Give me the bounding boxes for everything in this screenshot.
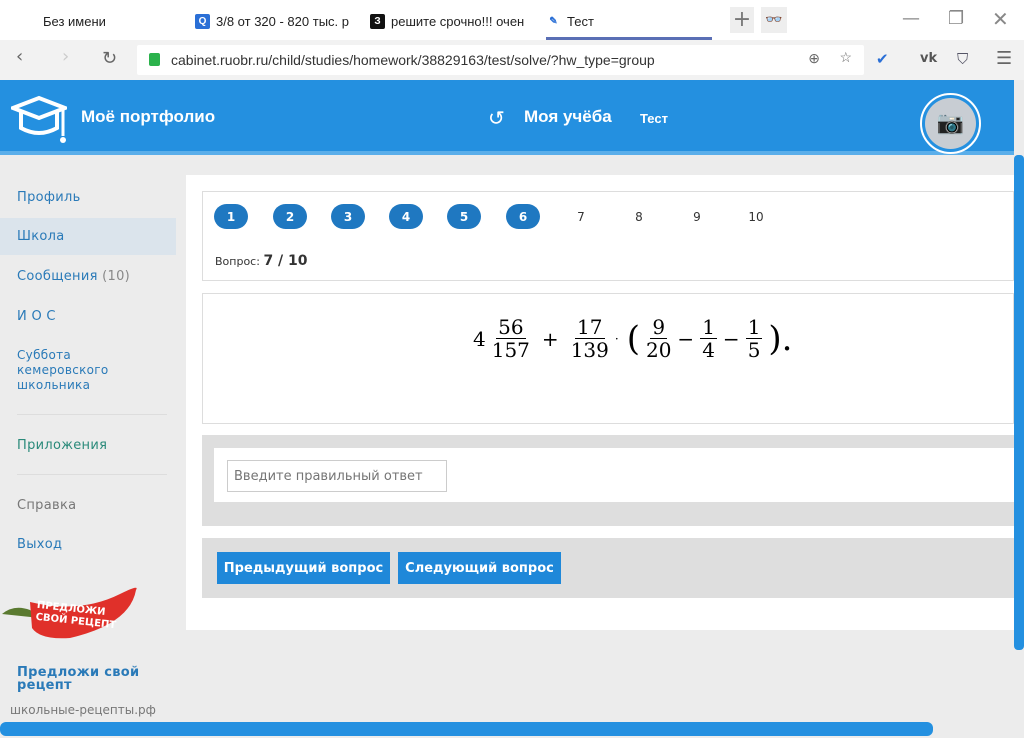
tab-untitled[interactable]: Без имени xyxy=(43,10,173,32)
promo-pepper-logo[interactable]: ПРЕДЛОЖИ СВОЙ РЕЦЕПТ xyxy=(0,584,140,640)
vertical-scrollbar[interactable] xyxy=(1014,155,1024,650)
sidebar: Профиль Школа Сообщения (10) И О С Суббо… xyxy=(0,160,180,720)
question-3[interactable]: 3 xyxy=(331,204,365,229)
next-question-button[interactable]: Следующий вопрос xyxy=(398,552,561,584)
znanija-icon: З xyxy=(370,13,385,29)
denominator: 139 xyxy=(570,338,609,362)
reload-icon[interactable]: ↻ xyxy=(102,48,117,69)
search-icon: Q xyxy=(195,13,210,29)
question-value: 7 / 10 xyxy=(263,253,308,269)
brand-title[interactable]: Моё портфолио xyxy=(81,107,215,127)
denominator: 4 xyxy=(702,338,715,362)
fraction: 15 xyxy=(745,315,763,362)
question-10[interactable]: 10 xyxy=(739,204,773,229)
incognito-icon[interactable]: 👓 xyxy=(761,7,787,33)
sidebar-item-apps[interactable]: Приложения xyxy=(17,438,107,453)
zoom-icon[interactable]: ⊕ xyxy=(808,50,820,67)
operator: − xyxy=(722,326,740,351)
lock-icon xyxy=(149,53,160,66)
divider xyxy=(17,474,167,475)
sidebar-item-logout[interactable]: Выход xyxy=(17,537,62,552)
question-9[interactable]: 9 xyxy=(680,204,714,229)
tab-test-active[interactable]: ✎ Тест xyxy=(546,10,712,32)
question-2[interactable]: 2 xyxy=(273,204,307,229)
operator: · xyxy=(614,331,619,346)
site-icon: ✎ xyxy=(549,15,558,27)
sidebar-item-help[interactable]: Справка xyxy=(17,498,76,513)
question-4[interactable]: 4 xyxy=(389,204,423,229)
sidebar-item-ios[interactable]: И О С xyxy=(17,309,56,324)
denominator: 157 xyxy=(491,338,530,362)
tab-label: Без имени xyxy=(43,13,106,29)
question-label: Вопрос: xyxy=(215,255,260,268)
avatar[interactable]: 📷 xyxy=(920,93,981,154)
fraction: 56 157 xyxy=(492,316,530,361)
graduation-cap-icon[interactable] xyxy=(7,94,71,144)
sidebar-item-messages[interactable]: Сообщения (10) xyxy=(17,269,130,284)
close-icon[interactable]: ✕ xyxy=(992,7,1009,31)
question-7[interactable]: 7 xyxy=(564,204,598,229)
operator: − xyxy=(677,326,695,351)
formula-term: 4 xyxy=(473,326,486,351)
minimize-icon[interactable]: — xyxy=(902,8,920,29)
numerator: 1 xyxy=(700,315,717,339)
menu-icon[interactable]: ☰ xyxy=(996,48,1012,69)
section-title[interactable]: Моя учёба xyxy=(524,107,612,127)
new-tab-icon[interactable]: + xyxy=(730,7,754,33)
question-counter: Вопрос: 7 / 10 xyxy=(215,253,308,269)
fraction: 9 20 xyxy=(646,316,671,361)
browser-tab-bar: Без имени Q 3/8 от 320 - 820 тыс. р Зреши… xyxy=(0,0,1024,40)
question-navigator: 1 2 3 4 5 6 7 8 9 10 Вопрос: 7 / 10 xyxy=(202,191,1014,281)
answer-input[interactable] xyxy=(227,460,447,492)
formula-expression: 4 56 157 + 17 139 · ( 9 20 − 14 − 15 ). xyxy=(473,316,793,361)
shield-icon[interactable]: ⛉ xyxy=(957,50,968,68)
url-field[interactable]: cabinet.ruobr.ru/child/studies/homework/… xyxy=(137,45,864,75)
messages-count: (10) xyxy=(102,269,131,284)
sidebar-item-saturday[interactable]: Суббота кемеровского школьника xyxy=(17,348,127,393)
refresh-icon[interactable]: ↺ xyxy=(488,106,505,130)
numerator: 1 xyxy=(745,315,763,339)
forward-icon[interactable]: › xyxy=(62,46,69,67)
answer-panel xyxy=(214,448,1014,502)
restore-icon[interactable]: ❐ xyxy=(948,8,964,29)
numerator: 17 xyxy=(575,315,605,339)
messages-label: Сообщения xyxy=(17,269,98,284)
question-1[interactable]: 1 xyxy=(214,204,248,229)
fraction: 14 xyxy=(700,316,717,361)
extension-icon[interactable]: ✔ xyxy=(876,50,889,68)
bookmark-star-icon[interactable]: ☆ xyxy=(839,49,852,66)
question-6[interactable]: 6 xyxy=(506,204,540,229)
site-header: Моё портфолио ↺ Моя учёба Тест 📷 xyxy=(0,80,1014,155)
tab-search[interactable]: Q 3/8 от 320 - 820 тыс. р xyxy=(195,10,355,32)
numerator: 9 xyxy=(650,315,668,339)
denominator: 20 xyxy=(645,338,672,362)
url-text: cabinet.ruobr.ru/child/studies/homework/… xyxy=(171,52,655,68)
vk-icon[interactable]: vk xyxy=(920,51,937,66)
fraction: 17 139 xyxy=(571,316,609,361)
tab-label: Тест xyxy=(567,13,594,29)
promo-site[interactable]: школьные-рецепты.рф xyxy=(10,703,156,717)
question-5[interactable]: 5 xyxy=(447,204,481,229)
tab-znanija[interactable]: Зрешите срочно!!! очен xyxy=(370,10,530,32)
numerator: 56 xyxy=(496,315,526,339)
paren: ( xyxy=(626,318,640,359)
operator: + xyxy=(541,326,559,351)
sidebar-item-profile[interactable]: Профиль xyxy=(17,190,81,205)
sidebar-item-school[interactable]: Школа xyxy=(17,229,64,244)
subsection-title: Тест xyxy=(640,111,668,126)
horizontal-scrollbar[interactable] xyxy=(0,722,933,736)
paren: ). xyxy=(768,318,793,359)
divider xyxy=(17,414,167,415)
tab-label: 3/8 от 320 - 820 тыс. р xyxy=(216,13,349,29)
denominator: 5 xyxy=(747,338,761,362)
answer-area xyxy=(202,435,1014,526)
tab-label: решите срочно!!! очен xyxy=(391,13,525,29)
promo-title[interactable]: Предложи свой рецепт xyxy=(17,666,157,692)
question-8[interactable]: 8 xyxy=(622,204,656,229)
back-icon[interactable]: ‹ xyxy=(16,46,23,67)
previous-question-button[interactable]: Предыдущий вопрос xyxy=(217,552,390,584)
question-formula: 4 56 157 + 17 139 · ( 9 20 − 14 − 15 ). xyxy=(202,293,1014,424)
camera-icon: 📷 xyxy=(925,98,976,149)
